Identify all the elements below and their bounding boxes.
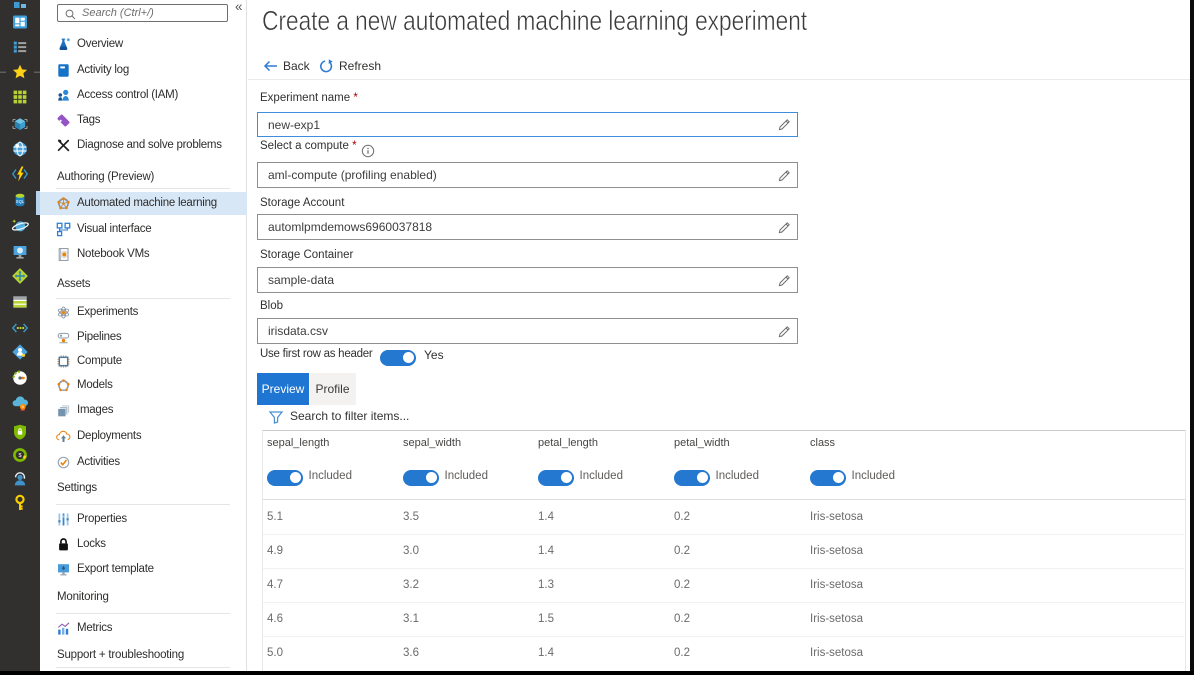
svg-text:$: $ [18,453,21,459]
svg-text:SQL: SQL [16,199,25,204]
